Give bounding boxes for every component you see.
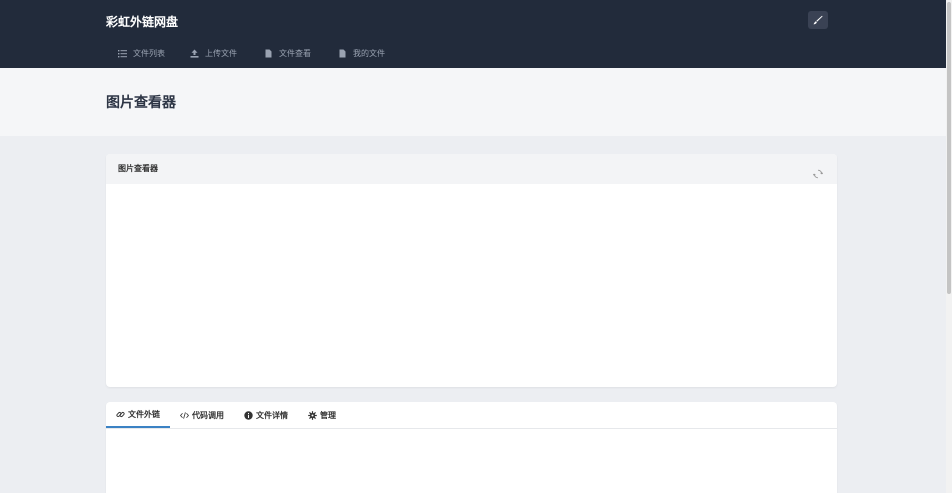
tab-file-details[interactable]: 文件详情 <box>234 402 298 428</box>
info-icon <box>244 410 253 420</box>
tab-content <box>106 429 837 493</box>
gear-icon <box>308 410 317 420</box>
tab-label: 管理 <box>320 410 336 420</box>
nav-item-label: 我的文件 <box>353 48 385 58</box>
tab-label: 代码调用 <box>192 410 224 420</box>
image-viewer-panel: 图片查看器 <box>106 154 837 387</box>
file-icon <box>338 49 347 58</box>
nav-item-label: 文件查看 <box>279 48 311 58</box>
nav-item-file-list[interactable]: 文件列表 <box>118 48 165 59</box>
brush-icon <box>813 15 823 25</box>
file-info-panel: 文件外链 代码调用 文件详情 管理 <box>106 402 837 493</box>
list-icon <box>118 49 127 58</box>
tab-file-link[interactable]: 文件外链 <box>106 402 170 428</box>
panel-header: 图片查看器 <box>106 154 837 184</box>
nav-item-label: 上传文件 <box>205 48 237 58</box>
file-icon <box>264 49 273 58</box>
nav-item-label: 文件列表 <box>133 48 165 58</box>
nav-item-my-files[interactable]: 我的文件 <box>338 48 385 59</box>
tab-label: 文件详情 <box>256 410 288 420</box>
tab-manage[interactable]: 管理 <box>298 402 346 428</box>
file-tabs: 文件外链 代码调用 文件详情 管理 <box>106 402 837 429</box>
code-icon <box>180 411 189 420</box>
brand-title[interactable]: 彩虹外链网盘 <box>106 13 178 30</box>
tab-code[interactable]: 代码调用 <box>170 402 234 428</box>
refresh-icon[interactable] <box>812 164 824 179</box>
image-display-area <box>106 184 837 387</box>
page-title: 图片查看器 <box>106 95 176 111</box>
upload-icon <box>190 49 199 58</box>
scrollbar-thumb[interactable] <box>947 2 951 294</box>
nav-item-file-view[interactable]: 文件查看 <box>264 48 311 59</box>
theme-toggle-button[interactable] <box>808 11 828 29</box>
link-icon <box>116 410 125 419</box>
tab-label: 文件外链 <box>128 409 160 419</box>
main-nav: 文件列表 上传文件 文件查看 我的文件 <box>106 38 410 68</box>
panel-title: 图片查看器 <box>118 164 158 173</box>
nav-item-upload[interactable]: 上传文件 <box>190 48 237 59</box>
